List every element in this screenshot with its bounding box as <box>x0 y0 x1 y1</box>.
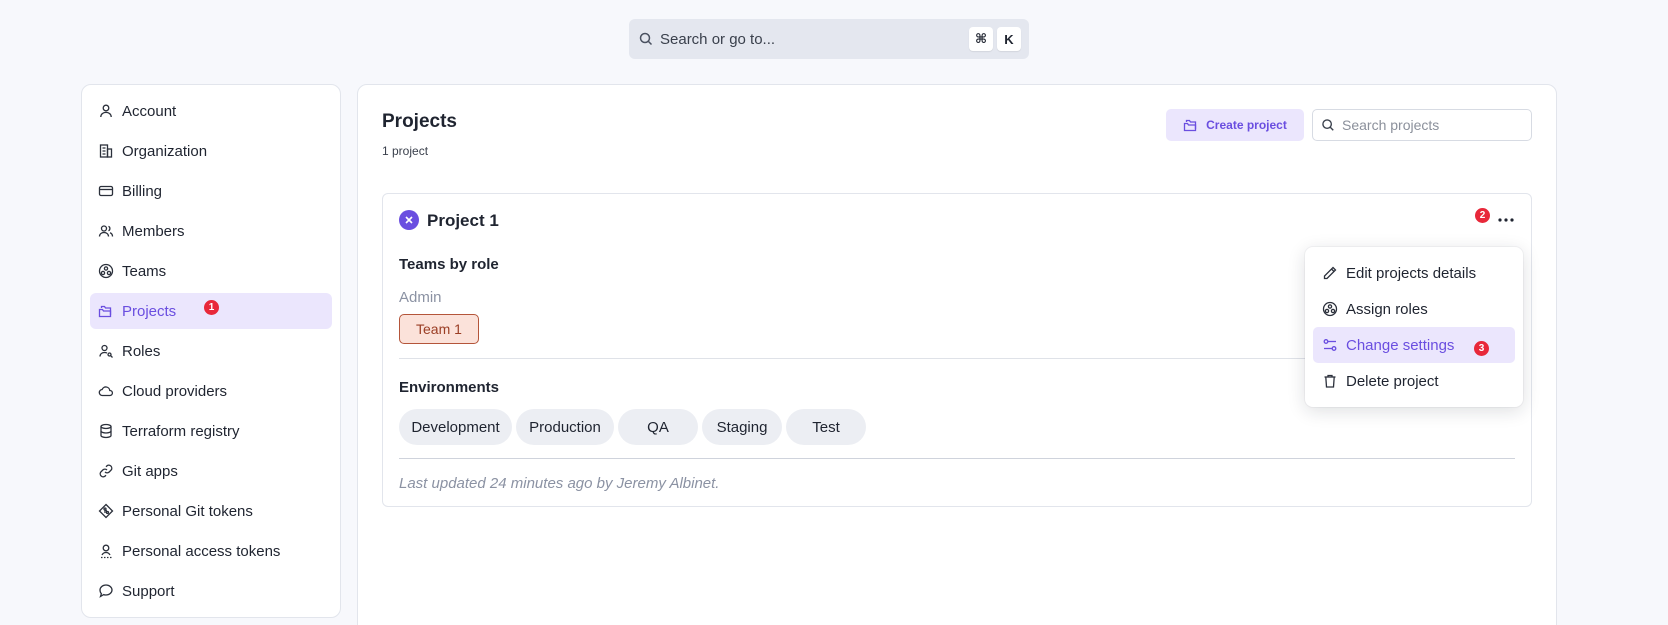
sidebar-item-billing[interactable]: Billing <box>90 173 332 209</box>
sidebar-item-label: Roles <box>122 342 161 360</box>
sidebar-item-cloud-providers[interactable]: Cloud providers <box>90 373 332 409</box>
env-chip[interactable]: Test <box>786 409 866 445</box>
sidebar-item-personal-access-tokens[interactable]: Personal access tokens <box>90 533 332 569</box>
sidebar-item-label: Cloud providers <box>122 382 228 400</box>
teams-by-role-heading: Teams by role <box>399 256 499 273</box>
building-icon <box>98 143 114 159</box>
project-options-menu: Edit projects details Assign roles Chang… <box>1305 247 1523 407</box>
environments-list: Development Production QA Staging Test <box>399 409 870 445</box>
sidebar-item-label: Account <box>122 102 177 120</box>
shortcut-key-cmd: ⌘ <box>969 27 993 51</box>
environments-heading: Environments <box>399 379 500 396</box>
more-options-button[interactable] <box>1495 210 1517 230</box>
sidebar-item-label: Personal access tokens <box>122 542 281 560</box>
env-chip[interactable]: Production <box>516 409 614 445</box>
folder-icon <box>98 303 114 319</box>
sidebar-item-git-apps[interactable]: Git apps <box>90 453 332 489</box>
sidebar-item-label: Support <box>122 582 175 600</box>
menu-item-edit-project[interactable]: Edit projects details <box>1313 255 1515 291</box>
folder-icon <box>1183 117 1199 133</box>
sidebar-item-label: Organization <box>122 142 208 160</box>
sidebar-item-account[interactable]: Account <box>90 93 332 129</box>
project-name: Project 1 <box>427 211 499 230</box>
search-icon <box>1321 118 1335 132</box>
search-icon <box>638 31 654 47</box>
menu-item-change-settings[interactable]: Change settings 3 <box>1313 327 1515 363</box>
users-icon <box>98 223 114 239</box>
link-icon <box>98 463 114 479</box>
menu-item-label: Change settings <box>1346 336 1455 354</box>
sidebar-item-teams[interactable]: Teams <box>90 253 332 289</box>
cloud-icon <box>98 383 114 399</box>
step-badge: 3 <box>1474 341 1489 356</box>
key-person-icon <box>98 543 114 559</box>
pencil-icon <box>1322 265 1338 281</box>
env-chip[interactable]: QA <box>618 409 698 445</box>
sidebar-item-personal-git-tokens[interactable]: Personal Git tokens <box>90 493 332 529</box>
ellipsis-icon <box>1498 218 1514 222</box>
project-count: 1 project <box>382 144 429 158</box>
menu-item-delete-project[interactable]: Delete project <box>1313 363 1515 399</box>
sidebar-item-organization[interactable]: Organization <box>90 133 332 169</box>
teams-icon <box>98 263 114 279</box>
create-project-button[interactable]: Create project <box>1166 109 1304 141</box>
chat-icon <box>98 583 114 599</box>
step-badge: 2 <box>1475 208 1490 223</box>
env-chip[interactable]: Staging <box>702 409 782 445</box>
env-chip[interactable]: Development <box>399 409 512 445</box>
database-icon <box>98 423 114 439</box>
menu-item-label: Edit projects details <box>1346 264 1477 282</box>
credit-card-icon <box>98 183 114 199</box>
sidebar-item-label: Teams <box>122 262 167 280</box>
sidebar-item-label: Billing <box>122 182 163 200</box>
role-label: Admin <box>399 289 442 306</box>
sidebar-item-members[interactable]: Members <box>90 213 332 249</box>
sliders-icon <box>1322 337 1338 353</box>
create-project-label: Create project <box>1206 118 1287 132</box>
global-search[interactable]: Search or go to... ⌘ K <box>629 19 1029 59</box>
step-badge: 1 <box>204 300 219 315</box>
divider <box>399 458 1515 459</box>
sidebar-item-label: Terraform registry <box>122 422 240 440</box>
sidebar-item-label: Projects <box>122 302 177 320</box>
settings-sidebar: Account Organization Billing Members Tea… <box>81 84 341 618</box>
page-title: Projects <box>382 111 457 132</box>
sidebar-item-label: Git apps <box>122 462 178 480</box>
git-diamond-icon <box>98 503 114 519</box>
trash-icon <box>1322 373 1338 389</box>
teams-icon <box>1322 301 1338 317</box>
sidebar-item-projects[interactable]: Projects 1 <box>90 293 332 329</box>
user-icon <box>98 103 114 119</box>
last-updated-text: Last updated 24 minutes ago by Jeremy Al… <box>399 475 720 492</box>
sidebar-item-terraform-registry[interactable]: Terraform registry <box>90 413 332 449</box>
menu-item-label: Delete project <box>1346 372 1439 390</box>
search-projects-input[interactable] <box>1342 117 1523 133</box>
search-projects-box[interactable] <box>1312 109 1532 141</box>
user-key-icon <box>98 343 114 359</box>
project-status-icon <box>399 210 419 230</box>
menu-item-label: Assign roles <box>1346 300 1428 318</box>
sidebar-item-label: Members <box>122 222 185 240</box>
menu-item-assign-roles[interactable]: Assign roles <box>1313 291 1515 327</box>
sidebar-item-label: Personal Git tokens <box>122 502 253 520</box>
sidebar-item-support[interactable]: Support <box>90 573 332 609</box>
global-search-placeholder: Search or go to... <box>660 30 776 48</box>
team-chip[interactable]: Team 1 <box>399 314 479 344</box>
shortcut-key-k: K <box>997 27 1021 51</box>
sidebar-item-roles[interactable]: Roles <box>90 333 332 369</box>
